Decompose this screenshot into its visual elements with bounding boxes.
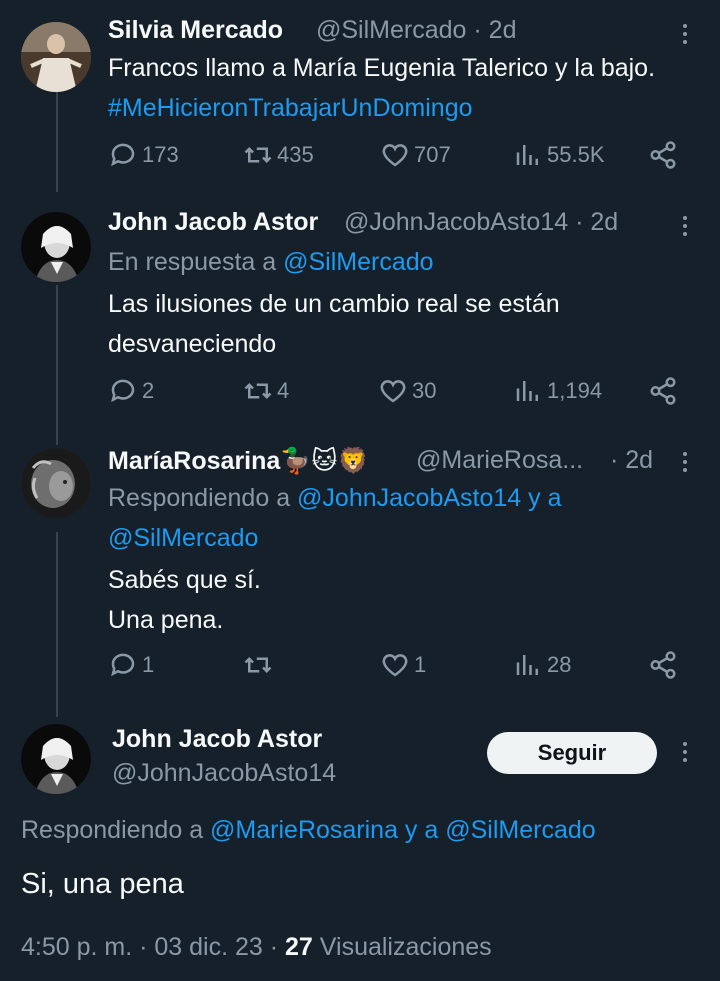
reply-context: Respondiendo a @MarieRosarina y a @SilMe… [21,810,596,850]
author-handle[interactable]: @MarieRosa... [416,446,583,475]
views-icon [516,145,538,165]
tweet-text: Si, una pena [21,868,184,900]
views-button[interactable]: 1,194 [513,376,602,406]
more-icon[interactable] [680,216,690,236]
views-icon [516,655,538,675]
author-handle[interactable]: @SilMercado · 2d [316,16,516,45]
reply-count: 1 [142,652,155,677]
like-button[interactable]: 1 [380,650,426,680]
tweet-timestamp[interactable]: 4:50 p. m. · 03 dic. 23 · [21,933,278,961]
author-handle-text[interactable]: @JohnJacobAsto14 [344,208,568,236]
reply-context: En respuesta a @SilMercado [108,242,434,282]
more-icon[interactable] [680,452,690,472]
author-name[interactable]: Silvia Mercado [108,16,283,45]
tweet-text: Francos llamo a María Eugenia Talerico y… [108,48,688,128]
reply-prefix: En respuesta a [108,248,277,276]
retweet-count: 435 [277,142,314,167]
tweet-time[interactable]: · 2d [610,446,653,475]
thread-line [56,92,58,192]
author-handle[interactable]: @JohnJacobAsto14 [112,759,336,788]
retweet-button[interactable]: 435 [243,140,314,170]
views-label: Visualizaciones [319,933,492,961]
author-handle[interactable]: @JohnJacobAsto14 · 2d [344,208,618,237]
views-count: 28 [547,652,572,677]
tweet-actions: 173 435 707 55.5K [108,140,693,180]
reply-button[interactable]: 1 [108,650,154,680]
author-handle-text[interactable]: @MarieRosa... [416,446,583,474]
tweet-text-line: Sabés que sí. [108,566,261,594]
views-count: 27 [285,933,313,961]
like-icon [382,654,408,677]
reply-count: 173 [142,142,179,167]
reply-to-link[interactable]: @JohnJacobAsto14 y a [297,484,561,512]
tweet-text: Las ilusiones de un cambio real se están… [108,284,560,364]
avatar[interactable] [21,22,91,92]
share-icon [650,141,676,169]
tweet-text: Sabés que sí. Una pena. [108,560,261,640]
share-icon [650,651,676,679]
tweet-text-line: Una pena. [108,606,224,634]
reply-prefix: Respondiendo a [21,816,204,844]
retweet-icon [244,656,272,674]
retweet-button[interactable] [243,650,277,680]
reply-button[interactable]: 2 [108,376,154,406]
reply-icon [111,143,135,167]
reply-count: 2 [142,378,155,403]
reply-icon [111,653,135,677]
share-icon [650,377,676,405]
reply-context: Respondiendo a @JohnJacobAsto14 y a @Sil… [108,478,688,558]
author-name[interactable]: John Jacob Astor [108,208,318,237]
author-handle-text[interactable]: @SilMercado [316,16,466,44]
like-count: 30 [412,378,437,403]
thread-line [56,285,58,445]
retweet-button[interactable]: 4 [243,376,289,406]
follow-button[interactable]: Seguir [487,732,657,774]
reply-button[interactable]: 173 [108,140,179,170]
tweet-time[interactable]: · 2d [575,208,618,236]
tweet-text-line: Las ilusiones de un cambio real se están [108,290,560,318]
avatar[interactable] [21,724,91,794]
reply-icon [111,379,135,403]
retweet-count: 4 [277,378,290,403]
share-button[interactable] [648,140,678,170]
tweet-actions: 2 4 30 1,194 [108,376,693,416]
tweet-meta: 4:50 p. m. · 03 dic. 23 · 27 Visualizaci… [21,927,492,967]
retweet-icon [244,382,272,400]
more-icon[interactable] [680,24,690,44]
reply-to-link[interactable]: @SilMercado [283,248,433,276]
like-icon [380,380,406,403]
views-icon [516,381,538,401]
tweet-actions: 1 1 28 [108,650,693,690]
views-count: 55.5K [547,142,605,167]
share-button[interactable] [648,376,678,406]
more-icon[interactable] [680,742,690,762]
views-count: 1,194 [547,378,603,403]
tweet-text-line: desvaneciendo [108,330,277,358]
like-button[interactable]: 30 [378,376,436,406]
like-button[interactable]: 707 [380,140,451,170]
author-name[interactable]: John Jacob Astor [112,725,322,754]
avatar[interactable] [21,212,91,282]
like-count: 1 [414,652,427,677]
views-button[interactable]: 55.5K [513,140,605,170]
author-name[interactable]: MaríaRosarina🦆🐱🦁 [108,446,369,476]
tweet-time[interactable]: · 2d [473,16,516,44]
thread-line [56,532,58,717]
share-button[interactable] [648,650,678,680]
like-icon [382,144,408,167]
retweet-icon [244,146,272,164]
views-button[interactable]: 28 [513,650,571,680]
hashtag-link[interactable]: #MeHicieronTrabajarUnDomingo [108,94,473,122]
reply-to-link[interactable]: @SilMercado [108,518,688,558]
tweet-text-content: Francos llamo a María Eugenia Talerico y… [108,54,656,82]
reply-to-link[interactable]: @MarieRosarina y a @SilMercado [210,816,596,844]
like-count: 707 [414,142,451,167]
reply-prefix: Respondiendo a [108,484,291,512]
avatar[interactable] [21,448,91,518]
